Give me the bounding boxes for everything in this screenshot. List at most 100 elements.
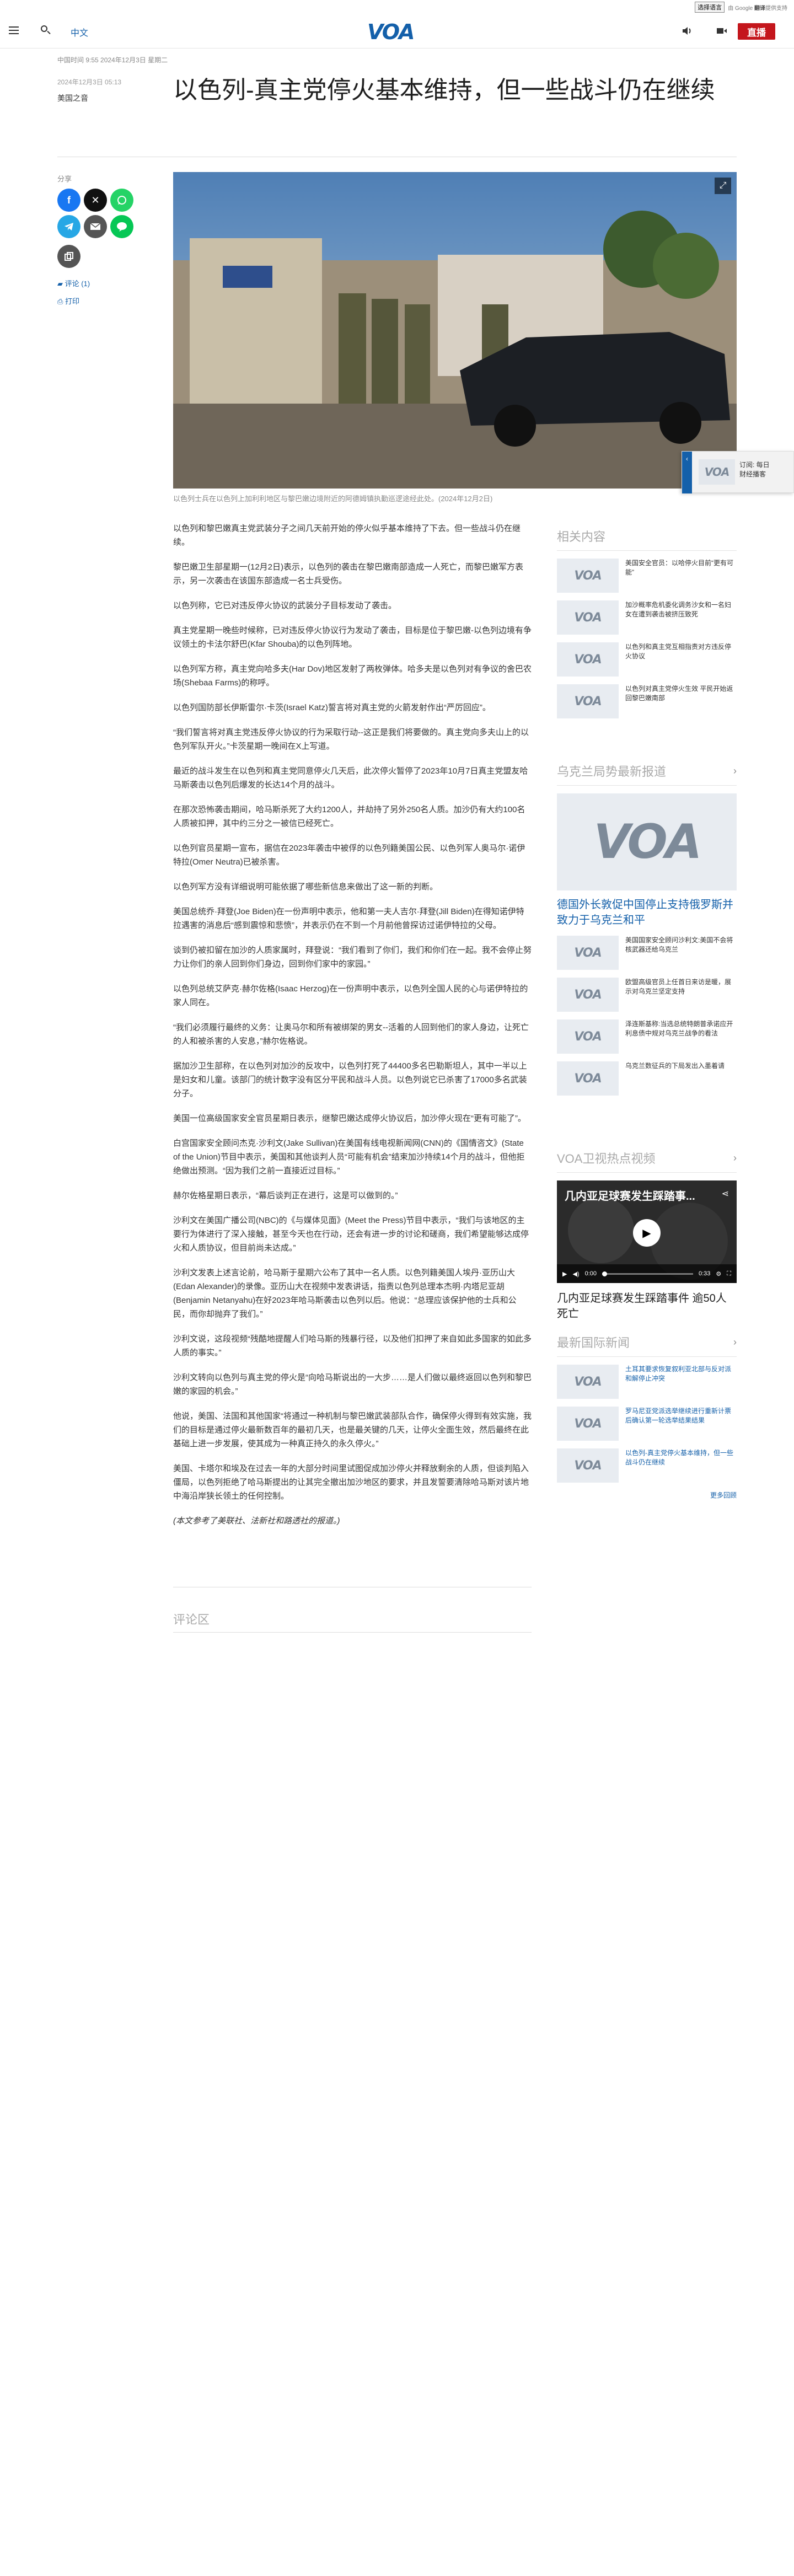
settings-icon[interactable]: ⚙ [716,1270,721,1278]
search-icon[interactable] [40,24,52,36]
article-paragraph: 以色列国防部长伊斯雷尔·卡茨(Israel Katz)誓言将对真主党的火箭发射作… [173,703,491,712]
feature-thumbnail[interactable]: VOA [557,793,737,890]
voa-logo[interactable]: VOA [367,20,415,44]
comments-divider [173,1632,532,1633]
thumbnail: VOA [557,1061,619,1096]
chevron-left-icon[interactable]: ‹ [682,452,692,493]
more-link[interactable]: 更多回顾 [557,1490,737,1500]
play-control-icon[interactable]: ▶ [562,1270,567,1278]
ukraine-item[interactable]: VOA 泽连斯基称:当选总统特朗普承诺应开利息债中规对乌克兰战争的看法 [557,1019,737,1054]
translate-bar: 选择语言 由 Google 翻译提供支持 [0,0,794,14]
article-paragraph: 以色列军方称，真主党向哈多夫(Har Dov)地区发射了两枚弹体。哈多夫是以色列… [173,664,532,688]
menu-icon[interactable] [9,26,19,34]
ukraine-item[interactable]: VOA 美国国家安全顾问沙利文:美国不会将核武器还给乌克兰 [557,936,737,970]
video-player[interactable]: 几内亚足球赛发生踩踏事... ⋖ ▶ ▶ ◀) 0:00 0:33 ⚙ ⛶ [557,1180,737,1283]
article-paragraph: 沙利文发表上述言论前，哈马斯于星期六公布了其中一名人质。以色列籍美国人埃丹·亚历… [173,1268,517,1319]
volume-icon[interactable]: ◀) [572,1270,579,1278]
translate-brand: 翻译 [754,5,765,12]
ukraine-title[interactable]: 乌克兰局势最新报道 › [557,762,737,786]
podcast-line1: 订阅: 每日 [739,461,770,469]
related-item-label: 以色列和真主党互相指责对方违反停火协议 [625,643,732,660]
article-paragraph: 以色列军方没有详细说明可能依据了哪些新信息来做出了这一新的判断。 [173,882,438,892]
source-note: (本文参考了美联社、法新社和路透社的报道。) [173,1516,340,1526]
ukraine-section: 乌克兰局势最新报道 › VOA 德国外长敦促中国停止支持俄罗斯并致力于乌克兰和平 … [557,762,737,1096]
intl-title[interactable]: 最新国际新闻 › [557,1333,737,1357]
feature-headline[interactable]: 德国外长敦促中国停止支持俄罗斯并致力于乌克兰和平 [557,897,737,928]
audio-icon[interactable] [682,25,694,36]
article-body: 以色列和黎巴嫩真主党武装分子之间几天前开始的停火似乎基本维持了下去。但一些战斗仍… [173,522,532,1539]
email-share-button[interactable] [84,215,107,238]
language-link[interactable]: 中文 [71,25,88,39]
publish-date: 2024年12月3日 05:13 [57,78,122,86]
intl-item[interactable]: VOA 罗马尼亚党派选举继续进行重新计票后确认第一轮选举结果结果 [557,1407,737,1441]
sticky-podcast-panel[interactable]: ‹ VOA 订阅: 每日 财经播客 [682,451,794,493]
video-controls: ▶ ◀) 0:00 0:33 ⚙ ⛶ [557,1264,737,1283]
share-label: 分享 [57,175,72,183]
facebook-icon: f [67,194,71,206]
thumbnail: VOA [557,559,619,593]
related-item[interactable]: VOA 以色列对真主党停火生效 平民开始返回黎巴嫩南部 [557,684,737,718]
video-section-title[interactable]: VOA卫视热点视频 › [557,1149,737,1173]
print-link-label: 打印 [65,297,80,305]
thumbnail: VOA [557,1019,619,1054]
facebook-share-button[interactable]: f [57,189,81,212]
whatsapp-share-button[interactable] [110,189,133,212]
related-section: 相关内容 VOA 美国安全官员：以哈停火目前“更有可能” VOA 加沙概率危机委化调… [557,527,737,718]
print-link[interactable]: ⎙ 打印 [57,296,79,306]
comments-section-title: 评论区 [173,1613,210,1627]
live-button[interactable]: 直播 [738,23,775,40]
article-paragraph: 沙利文说，这段视频“残酷地提醒人们哈马斯的残暴行径，以及他们扣押了来自如此多国家… [173,1334,532,1357]
expand-icon[interactable]: ⤢ [715,178,731,194]
comments-link[interactable]: ▰ 评论 (1) [57,278,90,288]
comments-link-label: 评论 (1) [65,280,90,288]
copy-link-button[interactable] [57,245,81,268]
video-progress-bar[interactable] [602,1271,693,1276]
related-item-label: 加沙概率危机委化调务沙女和一名妇女在遭到袭击被挤压致死 [625,601,732,618]
article-paragraph: 在那次恐怖袭击期间，哈马斯杀死了大约1200人，并劫持了另外250名人质。加沙仍… [173,805,525,828]
thumbnail: VOA [557,1407,619,1441]
article-paragraph: 沙利文转向以色列与真主党的停火是“向哈马斯说出的一大步……是人们做以最终返回以色… [173,1373,532,1396]
intl-item[interactable]: VOA 以色列-真主党停火基本维持，但一些战斗仍在继续 [557,1448,737,1483]
line-share-button[interactable] [110,215,133,238]
podcast-line2: 财经播客 [739,470,766,478]
intl-item-label: 土耳其要求恢复叙利亚北部与反对派和解停止冲突 [625,1365,732,1382]
related-item[interactable]: VOA 以色列和真主党互相指责对方违反停火协议 [557,642,737,677]
play-icon[interactable]: ▶ [633,1219,661,1247]
thumbnail: VOA [557,978,619,1012]
x-icon: ✕ [91,194,100,206]
related-item-label: 以色列对真主党停火生效 平民开始返回黎巴嫩南部 [625,685,733,702]
email-icon [90,223,101,230]
article-paragraph: 以色列称，它已对违反停火协议的武装分子目标发动了袭击。 [173,601,397,610]
ukraine-item[interactable]: VOA 欧盟高级官员上任首日来访是暖，展示对乌克兰坚定支持 [557,978,737,1012]
x-share-button[interactable]: ✕ [84,189,107,212]
article-paragraph: 沙利文在美国广播公司(NBC)的《与媒体见面》(Meet the Press)节… [173,1216,529,1253]
photo-caption: 以色列士兵在以色列上加利利地区与黎巴嫩边境附近的阿德姆镇执勤巡逻途经此处。(20… [173,495,493,503]
article-paragraph: 白宫国家安全顾问杰克·沙利文(Jake Sullivan)在美国有线电视新闻网(… [173,1139,525,1176]
language-select[interactable]: 选择语言 [695,2,725,13]
article-paragraph: 黎巴嫩卫生部星期一(12月2日)表示，以色列的袭击在黎巴嫩南部造成一人死亡，而黎… [173,562,524,586]
translate-suffix: 提供支持 [765,5,787,12]
intl-item-label: 以色列-真主党停火基本维持，但一些战斗仍在继续 [625,1449,733,1466]
chevron-right-icon: › [733,1152,737,1163]
video-overlay-title: 几内亚足球赛发生踩踏事... [565,1190,695,1203]
article-paragraph: 他说，美国、法国和其他国家“将通过一种机制与黎巴嫩武装部队合作，确保停火得到有效… [173,1412,532,1448]
site-header: 中文 VOA 直播 [0,14,794,49]
telegram-share-button[interactable] [57,215,81,238]
related-item[interactable]: VOA 加沙概率危机委化调务沙女和一名妇女在遭到袭击被挤压致死 [557,600,737,635]
line-icon [117,222,127,232]
intl-item-label: 罗马尼亚党派选举继续进行重新计票后确认第一轮选举结果结果 [625,1407,732,1424]
fullscreen-icon[interactable]: ⛶ [727,1270,731,1278]
comment-icon: ▰ [57,280,65,288]
podcast-thumbnail: VOA [699,459,735,485]
share-icon[interactable]: ⋖ [722,1188,729,1199]
article-paragraph: 美国一位高级国家安全官员星期日表示，继黎巴嫩达成停火协议后，加沙停火现在“更有可… [173,1114,526,1123]
intl-item[interactable]: VOA 土耳其要求恢复叙利亚北部与反对派和解停止冲突 [557,1365,737,1399]
related-item[interactable]: VOA 美国安全官员：以哈停火目前“更有可能” [557,559,737,593]
video-icon[interactable] [716,25,728,36]
related-title: 相关内容 [557,527,737,551]
ukraine-item[interactable]: VOA 乌克兰数征兵的下局发出入墨着请 [557,1061,737,1096]
translate-credit: 由 Google 翻译提供支持 [728,3,787,12]
ukraine-item-label: 乌克兰数征兵的下局发出入墨着请 [625,1062,725,1070]
print-icon: ⎙ [57,297,66,305]
video-caption[interactable]: 几内亚足球赛发生踩踏事件 逾50人死亡 [557,1291,737,1322]
